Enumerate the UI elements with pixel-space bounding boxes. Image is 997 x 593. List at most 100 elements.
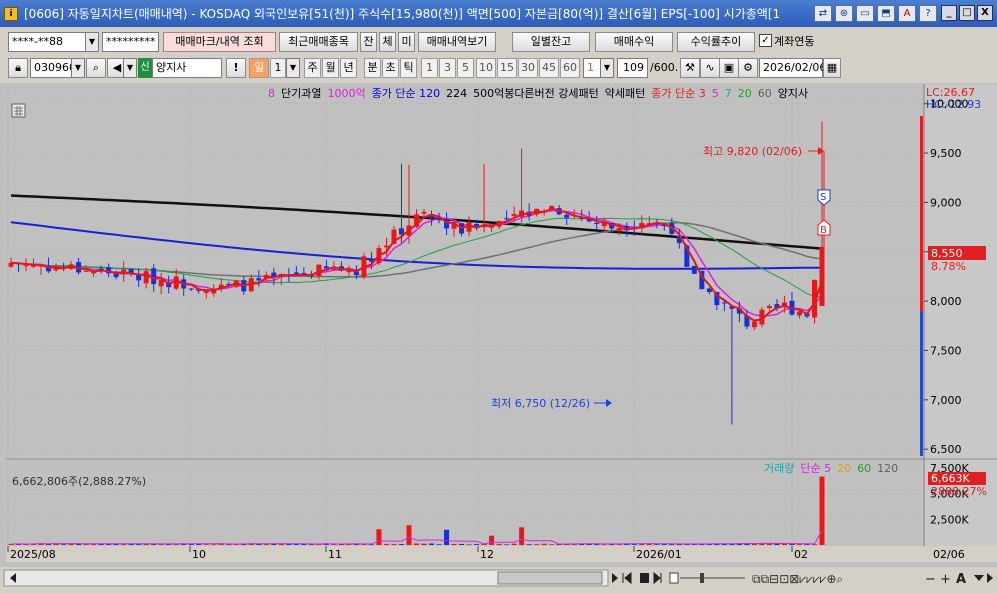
stock-code-input[interactable]: 030960 bbox=[30, 58, 76, 78]
candle-body bbox=[616, 227, 622, 232]
daily-balance-button[interactable]: 일별잔고 bbox=[512, 32, 590, 52]
account-link-checkbox[interactable]: ✓ bbox=[759, 34, 772, 47]
volume-bar bbox=[398, 544, 404, 545]
period-day[interactable]: 일 bbox=[249, 58, 269, 78]
volume-bar bbox=[444, 529, 450, 545]
lower-range-bar bbox=[920, 311, 923, 456]
candle-body bbox=[511, 213, 517, 216]
period-day-count[interactable]: 1 bbox=[270, 58, 286, 78]
zoom-plus-icon[interactable]: + bbox=[940, 572, 951, 587]
scroll-right-icon[interactable] bbox=[987, 573, 993, 583]
indicator-icon[interactable]: ∿ bbox=[700, 58, 720, 78]
save-icon[interactable]: ▣ bbox=[719, 58, 739, 78]
candle-body bbox=[301, 272, 307, 274]
share-icon[interactable]: ⊛ bbox=[835, 5, 853, 22]
volume-bar bbox=[474, 544, 480, 545]
volume-bar bbox=[819, 476, 825, 545]
minute-30[interactable]: 30 bbox=[518, 58, 538, 78]
window-icon[interactable]: ▭ bbox=[856, 5, 874, 22]
candle-body bbox=[98, 268, 104, 270]
scrollbar-thumb[interactable] bbox=[497, 571, 603, 585]
candle-body bbox=[766, 305, 772, 309]
account-select[interactable]: ****-**88 bbox=[8, 32, 86, 52]
minute-15[interactable]: 15 bbox=[497, 58, 517, 78]
filled-button[interactable]: 체 bbox=[379, 32, 396, 52]
stock-chart[interactable]: 8 단기과열 1000억 종가 단순 120 224 500억봉다른버전 강세패턴 약세패턴… bbox=[0, 83, 997, 568]
close-button[interactable]: X bbox=[977, 5, 993, 21]
trade-history-button[interactable]: 매매내역보기 bbox=[418, 32, 496, 52]
forward-icon[interactable] bbox=[653, 571, 662, 585]
account-dropdown-icon[interactable]: ▼ bbox=[85, 32, 99, 52]
font-size-icon[interactable]: A bbox=[956, 572, 966, 587]
volume-bar bbox=[489, 535, 495, 545]
period-minute[interactable]: 분 bbox=[364, 58, 381, 78]
period-tick[interactable]: 틱 bbox=[400, 58, 417, 78]
zoom-slider-thumb[interactable] bbox=[700, 573, 704, 583]
period-dropdown-icon[interactable]: ▼ bbox=[286, 58, 300, 78]
tool-icon[interactable]: ⚒ bbox=[680, 58, 700, 78]
volume-bar bbox=[459, 543, 465, 545]
stock-name-field[interactable]: 양지사 bbox=[152, 58, 222, 78]
print-icon[interactable]: ⬒ bbox=[877, 5, 895, 22]
period-year[interactable]: 년 bbox=[340, 58, 357, 78]
buy-marker: B bbox=[820, 225, 827, 236]
page-icon[interactable] bbox=[669, 572, 679, 584]
volume-current-label: 6,663K bbox=[931, 472, 970, 485]
password-field[interactable]: ********* bbox=[102, 32, 159, 52]
volume-bar bbox=[541, 543, 547, 545]
minute-3[interactable]: 3 bbox=[439, 58, 456, 78]
search-icon[interactable]: ⌕ bbox=[86, 58, 106, 78]
stop-icon[interactable] bbox=[640, 573, 649, 583]
alert-icon[interactable]: ! bbox=[226, 58, 246, 78]
help-icon[interactable]: ? bbox=[919, 5, 937, 22]
lock-icon[interactable]: 🔒︎ bbox=[8, 58, 28, 78]
volume-bar bbox=[383, 543, 389, 545]
trade-mark-query-button[interactable]: 매매마크/내역 조회 bbox=[163, 32, 276, 52]
bar-count-total: /600. bbox=[650, 61, 679, 74]
period-month[interactable]: 월 bbox=[322, 58, 339, 78]
title-toolbar-icons: ⇄ ⊛ ▭ ⬒ A ? bbox=[814, 5, 937, 22]
unfilled-button[interactable]: 미 bbox=[398, 32, 415, 52]
volume-bar bbox=[376, 529, 382, 545]
calendar-icon[interactable]: ▦ bbox=[823, 58, 841, 78]
volume-tick-label: 2,500K bbox=[930, 513, 969, 526]
price-tick-label: 9,000 bbox=[930, 196, 962, 209]
tool-glyphs-icon[interactable]: ⧉⧉⊟⊡⊠⩗⩗⩗⩗⊕⌕ bbox=[752, 572, 843, 586]
bar-count-input[interactable]: 109 bbox=[617, 58, 648, 78]
speaker-dropdown-icon[interactable]: ▼ bbox=[123, 58, 137, 78]
font-icon[interactable]: A bbox=[898, 5, 916, 22]
minute-60[interactable]: 60 bbox=[560, 58, 580, 78]
minute-1[interactable]: 1 bbox=[421, 58, 438, 78]
volume-bar bbox=[526, 544, 532, 545]
chart-settings-icon[interactable] bbox=[11, 103, 26, 118]
minute-45[interactable]: 45 bbox=[539, 58, 559, 78]
trade-profit-button[interactable]: 매매수익 bbox=[595, 32, 673, 52]
balance-button[interactable]: 잔 bbox=[360, 32, 377, 52]
minute-10[interactable]: 10 bbox=[476, 58, 496, 78]
zoom-minus-icon[interactable]: − bbox=[925, 572, 936, 587]
volume-legend-item: 20 bbox=[837, 462, 851, 475]
chart-area[interactable]: 8 단기과열 1000억 종가 단순 120 224 500억봉다른버전 강세패턴 약세패턴… bbox=[0, 83, 997, 568]
link-icon[interactable]: ⇄ bbox=[814, 5, 832, 22]
recent-trades-button[interactable]: 최근매매종목 bbox=[279, 32, 358, 52]
minute-select[interactable]: 1 bbox=[583, 58, 601, 78]
play-icon[interactable] bbox=[612, 573, 618, 583]
minute-dropdown-icon[interactable]: ▼ bbox=[600, 58, 614, 78]
window-controls: _ □ X bbox=[941, 5, 993, 21]
maximize-button[interactable]: □ bbox=[959, 5, 975, 21]
legend-item: 5 bbox=[712, 87, 719, 100]
volume-bar bbox=[654, 544, 660, 545]
minute-5[interactable]: 5 bbox=[457, 58, 474, 78]
window-title: [0606] 자동일지차트(매매내역) - KOSDAQ 외국인보유[51(천)… bbox=[24, 7, 781, 21]
gear-icon[interactable]: ⚙ bbox=[738, 58, 758, 78]
more-options-icon[interactable] bbox=[974, 575, 984, 581]
date-input[interactable]: 2026/02/06 bbox=[759, 58, 826, 78]
rewind-icon[interactable] bbox=[622, 571, 632, 585]
code-dropdown-icon[interactable]: ▼ bbox=[71, 58, 85, 78]
return-trend-button[interactable]: 수익률추이 bbox=[677, 32, 755, 52]
bottom-controls: ⧉⧉⊟⊡⊠⩗⩗⩗⩗⊕⌕ − + A bbox=[3, 569, 993, 587]
candle-body bbox=[83, 270, 89, 272]
period-week[interactable]: 주 bbox=[304, 58, 321, 78]
minimize-button[interactable]: _ bbox=[941, 5, 957, 21]
period-second[interactable]: 초 bbox=[382, 58, 399, 78]
